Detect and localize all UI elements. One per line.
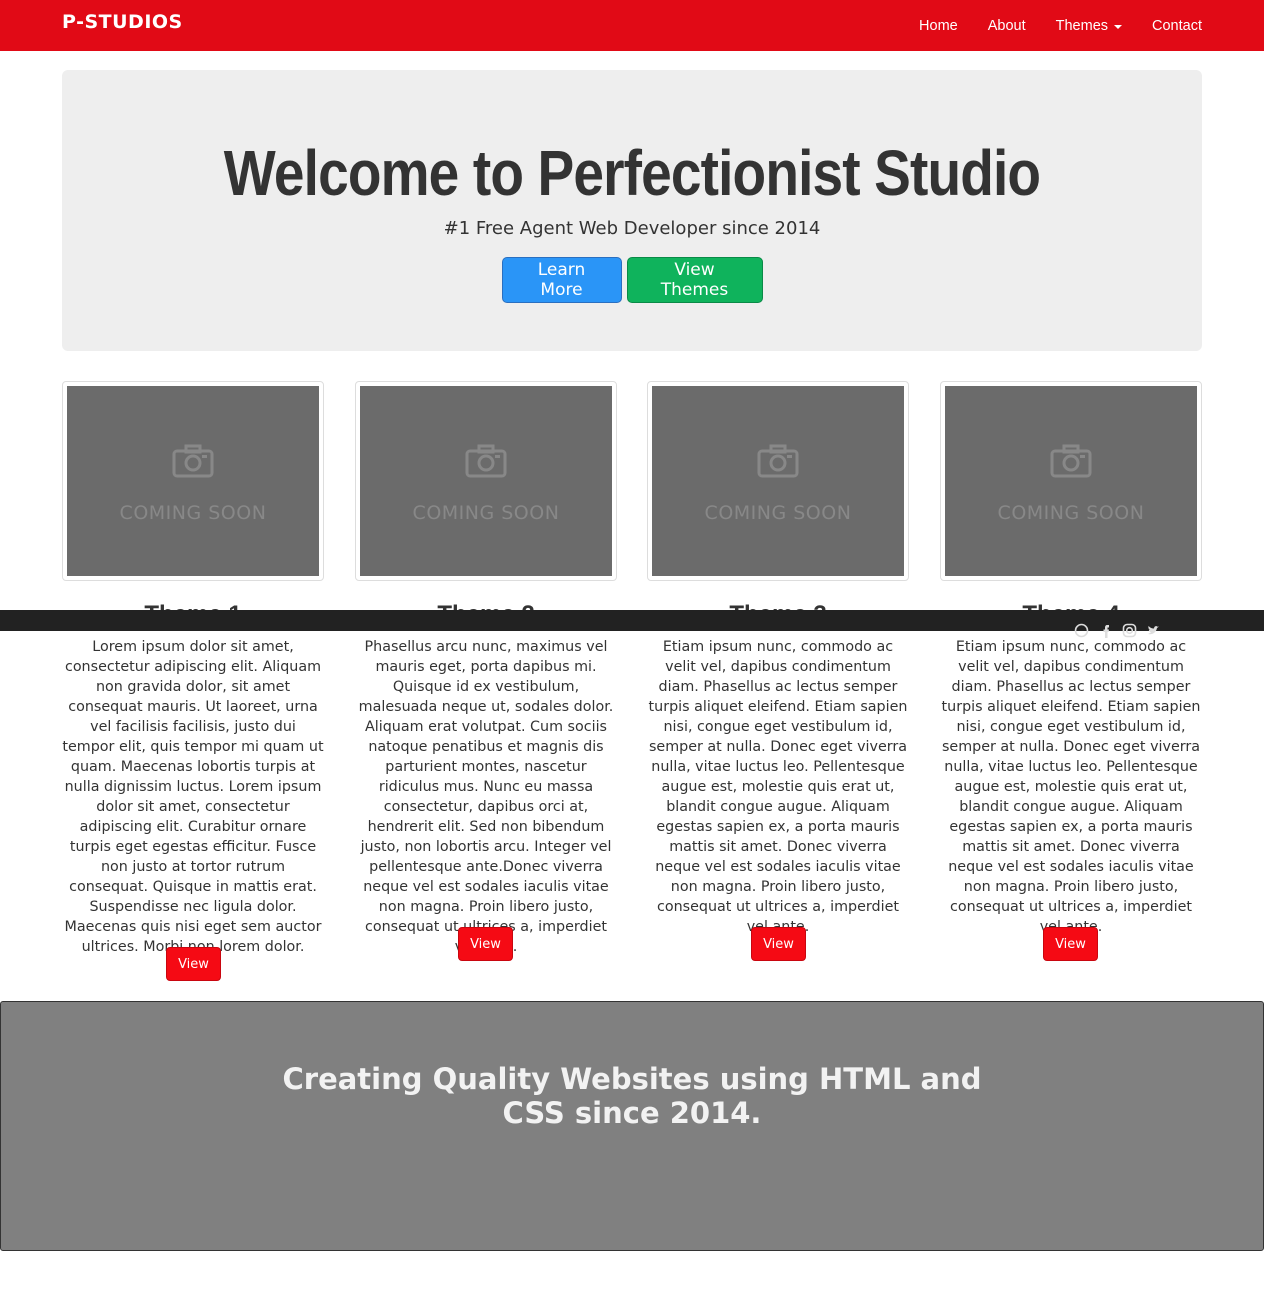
nav-home[interactable]: Home [919,18,958,34]
theme-card-description: Etiam ipsum nunc, commodo ac velit vel, … [941,639,1201,935]
coming-soon-image: COMING SOON [67,386,319,576]
hero-jumbotron: Welcome to Perfectionist Studio #1 Free … [62,70,1202,351]
nav-themes-label: Themes [1055,17,1109,34]
caret-down-icon [1114,24,1123,29]
coming-soon-image: COMING SOON [360,386,612,576]
banner-tagline: Creating Quality Websites using HTML and… [1,1062,1263,1130]
theme-thumbnail[interactable]: COMING SOON [647,381,909,581]
nav-contact-label: Contact [1152,17,1202,34]
banner-tagline-text: Creating Quality Websites using HTML and… [282,1062,982,1130]
camera-icon [1050,444,1092,478]
top-navbar: P-STUDIOS Home About Themes Contact [0,0,1264,51]
social-links [1074,623,1161,638]
hero-buttons: Learn More View Themes [62,257,1202,303]
hero-subtitle: #1 Free Agent Web Developer since 2014 [443,218,821,239]
coming-soon-label: COMING SOON [997,502,1145,524]
coming-soon-image: COMING SOON [945,386,1197,576]
facebook-icon[interactable] [1098,623,1113,638]
nav-about-label: About [987,17,1026,34]
view-themes-button[interactable]: View Themes [626,257,763,303]
nav-contact[interactable]: Contact [1152,18,1202,34]
brand-logo[interactable]: P-STUDIOS [62,11,183,33]
theme-thumbnail[interactable]: COMING SOON [355,381,617,581]
coming-soon-label: COMING SOON [412,502,560,524]
nav-links: Home About Themes Contact [889,0,1202,51]
instagram-icon[interactable] [1122,623,1137,638]
nav-home-label: Home [919,17,958,34]
view-theme-button[interactable]: View [751,927,806,961]
tagline-banner: Creating Quality Websites using HTML and… [0,1001,1264,1251]
globe-icon[interactable] [1074,623,1089,638]
nav-about[interactable]: About [988,18,1026,34]
theme-card-description: Lorem ipsum dolor sit amet, consectetur … [62,639,324,955]
camera-icon [465,444,507,478]
coming-soon-label: COMING SOON [704,502,852,524]
nav-themes-dropdown[interactable]: Themes [1055,17,1123,34]
theme-card-description: Etiam ipsum nunc, commodo ac velit vel, … [648,639,908,935]
twitter-icon[interactable] [1146,623,1161,638]
camera-icon [757,444,799,478]
coming-soon-image: COMING SOON [652,386,904,576]
view-theme-button[interactable]: View [458,927,513,961]
view-theme-button[interactable]: View [166,947,221,981]
theme-thumbnail[interactable]: COMING SOON [940,381,1202,581]
coming-soon-label: COMING SOON [119,502,267,524]
hero-title: Welcome to Perfectionist Studio [223,137,1041,209]
view-theme-button[interactable]: View [1043,927,1098,961]
theme-card-description: Phasellus arcu nunc, maximus vel mauris … [358,639,614,955]
camera-icon [172,444,214,478]
theme-thumbnail[interactable]: COMING SOON [62,381,324,581]
learn-more-button[interactable]: Learn More [501,257,622,303]
